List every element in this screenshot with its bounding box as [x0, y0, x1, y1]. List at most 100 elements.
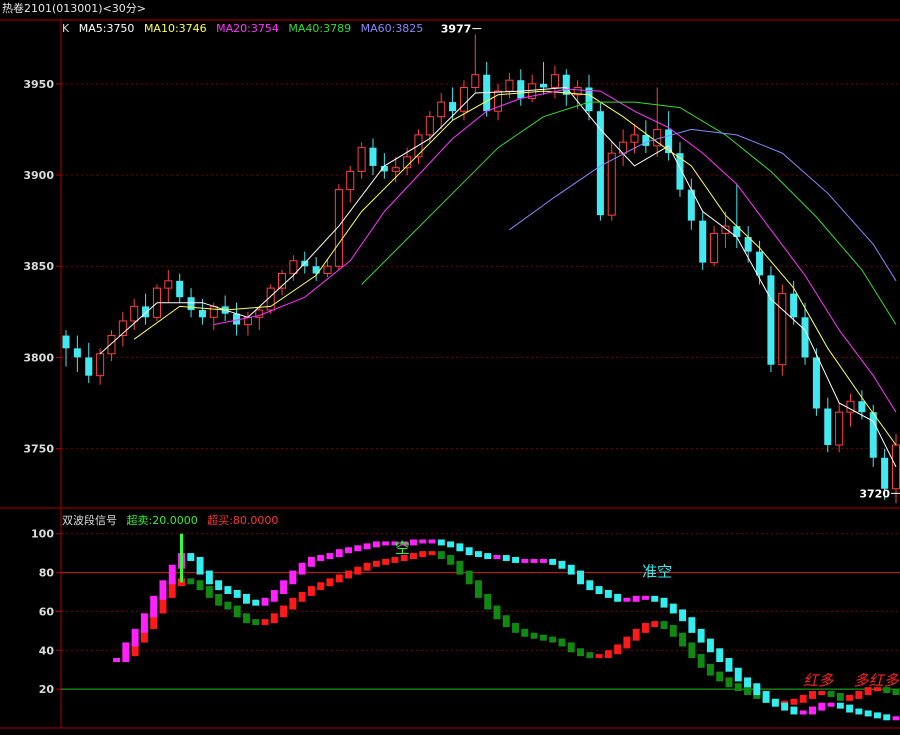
osc-slow-mark	[345, 570, 353, 579]
osc-fast-mark	[419, 539, 427, 544]
osc-fast-mark	[521, 558, 529, 563]
candle-body-down	[767, 275, 775, 365]
ma40-line	[361, 101, 897, 325]
osc-slow-mark	[354, 566, 362, 575]
osc-fast-mark	[771, 698, 779, 707]
candle-body-down	[824, 408, 832, 445]
osc-slow-mark	[744, 687, 752, 696]
candle-body-up	[346, 170, 355, 191]
osc-fast-mark	[688, 617, 696, 633]
candle-body-down	[62, 335, 70, 349]
osc-slow-mark	[502, 615, 510, 628]
osc-fast-mark	[224, 586, 232, 594]
osc-fast-mark	[651, 595, 659, 602]
osc-tick-label: 100	[31, 528, 54, 541]
candle-body-up	[471, 74, 480, 88]
candle-body-down	[790, 293, 798, 318]
osc-slow-mark	[261, 619, 269, 626]
osc-fast-mark	[892, 716, 900, 721]
candle-body-down	[812, 357, 820, 409]
osc-slow-mark	[697, 654, 705, 668]
osc-slow-mark	[725, 677, 733, 688]
osc-slow-mark	[846, 694, 854, 701]
candle-body-up	[107, 335, 116, 355]
osc-slow-mark	[298, 591, 306, 602]
osc-fast-mark	[781, 702, 789, 711]
osc-slow-mark	[252, 619, 260, 626]
osc-slow-mark	[836, 692, 844, 701]
osc-fast-mark	[762, 691, 770, 703]
osc-fast-mark	[131, 628, 139, 647]
osc-fast-mark	[261, 597, 269, 606]
osc-slow-mark	[716, 671, 724, 682]
candle-body-down	[869, 412, 877, 458]
osc-slow-mark	[818, 691, 826, 696]
osc-slow-mark	[651, 621, 659, 628]
osc-slow-mark	[790, 698, 798, 705]
signal-spike	[180, 533, 184, 583]
osc-fast-mark	[159, 580, 167, 600]
candle-body-down	[858, 401, 866, 413]
osc-fast-mark	[512, 556, 520, 563]
osc-slow-mark	[363, 562, 371, 571]
candle-body-up	[130, 305, 139, 322]
osc-fast-mark	[289, 570, 297, 585]
osc-fast-mark	[623, 597, 631, 602]
osc-slow-mark	[410, 553, 417, 560]
candle-body-up	[209, 305, 218, 318]
candle-body-up	[630, 134, 639, 143]
osc-fast-mark	[196, 556, 204, 575]
price-tick-label: 3850	[23, 260, 54, 273]
osc-slow-mark	[530, 632, 538, 639]
osc-slow-mark	[289, 597, 297, 610]
osc-slow-mark	[799, 694, 807, 703]
osc-fast-mark	[205, 570, 213, 585]
osc-fast-mark	[679, 609, 687, 622]
osc-fast-mark	[298, 562, 306, 575]
osc-fast-mark	[604, 590, 612, 598]
osc-fast-mark	[577, 570, 584, 585]
candle-body-down	[756, 251, 764, 276]
signal-label-red-long: 红多	[803, 671, 834, 689]
osc-fast-mark	[270, 590, 278, 602]
candle-body-up	[607, 152, 616, 216]
osc-fast-mark	[447, 541, 455, 548]
osc-slow-mark	[428, 551, 436, 556]
osc-fast-mark	[215, 580, 223, 591]
osc-fast-mark	[140, 613, 148, 633]
osc-fast-mark	[595, 586, 603, 594]
osc-slow-mark	[641, 623, 649, 633]
candle-body-up	[550, 74, 559, 88]
osc-slow-mark	[437, 551, 445, 560]
candle-body-down	[642, 134, 650, 146]
osc-slow-mark	[242, 613, 250, 624]
osc-fast-mark	[363, 543, 371, 550]
osc-fast-mark	[382, 541, 390, 546]
osc-slow-mark	[567, 642, 575, 653]
osc-fast-mark	[168, 564, 176, 585]
osc-tick-label: 20	[39, 683, 55, 696]
candle-body-down	[881, 457, 889, 489]
osc-fast-mark	[335, 549, 343, 558]
osc-fast-mark	[474, 551, 482, 558]
osc-slow-mark	[688, 642, 696, 659]
osc-tick-label: 40	[39, 644, 55, 657]
osc-slow-mark	[809, 691, 816, 699]
osc-fast-mark	[530, 558, 538, 563]
trough-label: 3720	[859, 487, 890, 500]
osc-slow-mark	[307, 586, 315, 596]
osc-fast-mark	[660, 597, 668, 608]
kline-chart[interactable]: 3750 3800 3850 3900 3950 3977 3720 20 40 60 80 10…	[0, 0, 900, 735]
osc-slow-mark	[372, 560, 380, 567]
candle-body-up	[425, 116, 434, 136]
candle-body-up	[334, 189, 343, 267]
candle-body-down	[699, 220, 707, 263]
osc-slow-mark	[224, 601, 232, 610]
osc-tick-label: 60	[39, 605, 55, 618]
osc-slow-mark	[660, 621, 668, 629]
candle-body-down	[449, 102, 457, 112]
candle-body-up	[323, 265, 332, 275]
osc-slow-mark	[317, 582, 325, 591]
candle-body-down	[801, 317, 809, 358]
osc-slow-mark	[706, 663, 714, 676]
